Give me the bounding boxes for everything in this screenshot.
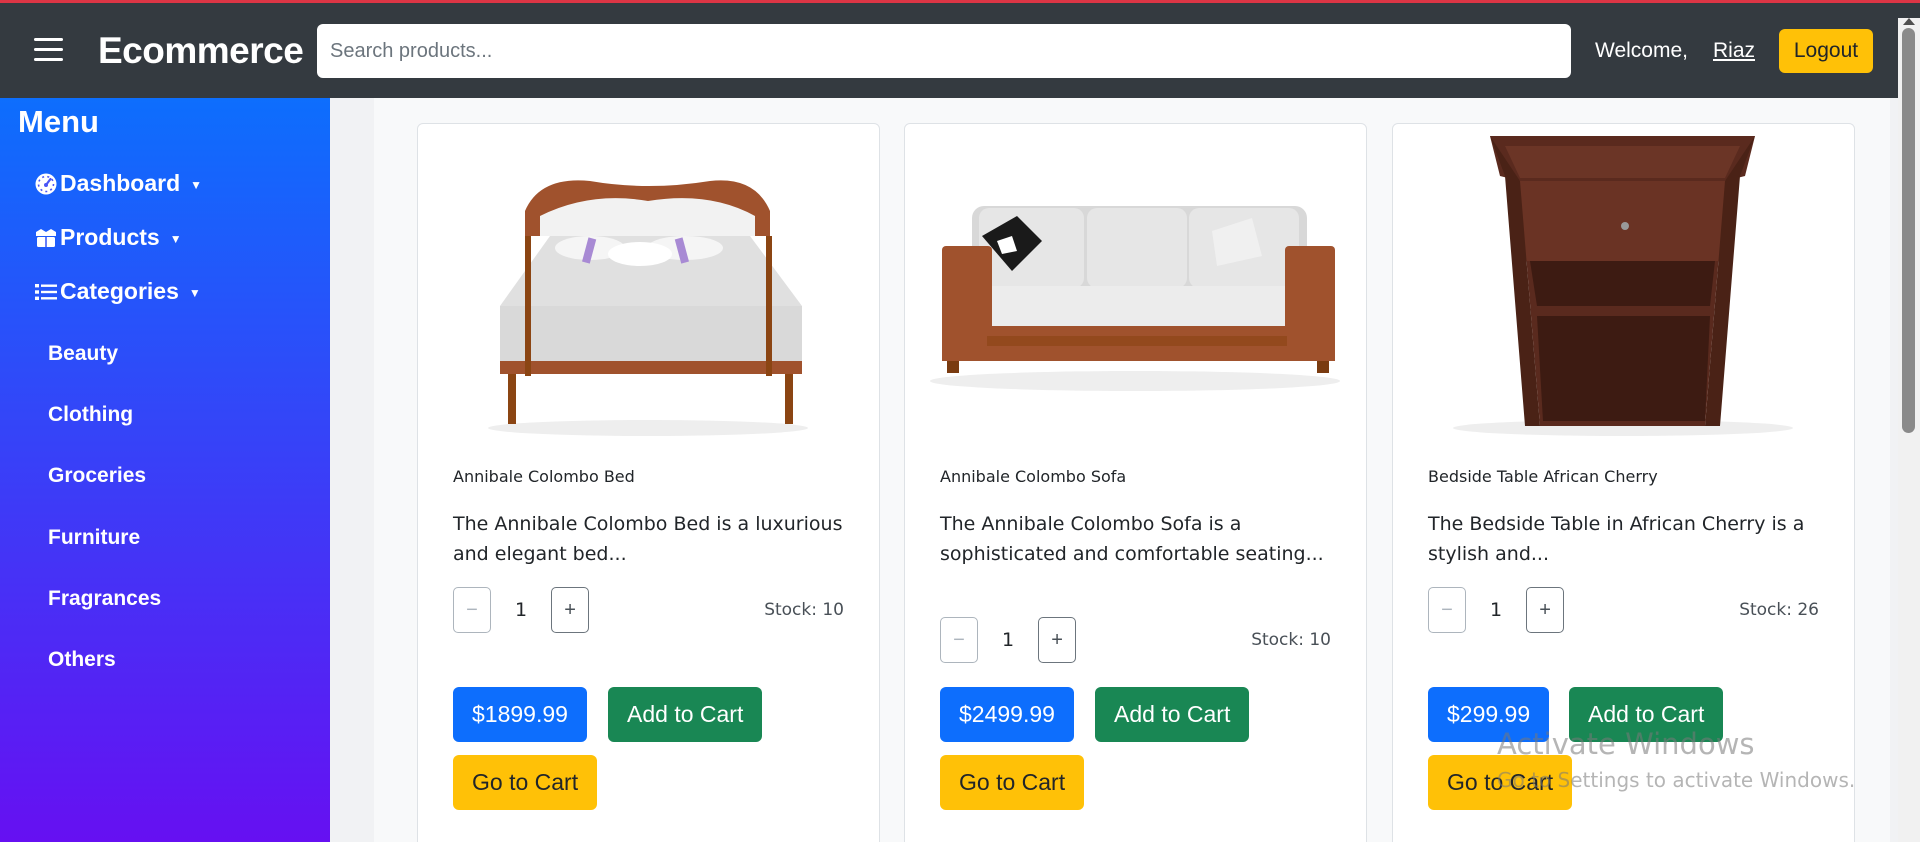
sidebar-item-dashboard[interactable]: Dashboard ▼ <box>34 170 202 197</box>
sidebar-category-fragrances[interactable]: Fragrances <box>48 587 161 611</box>
sidebar-category-clothing[interactable]: Clothing <box>48 403 133 427</box>
go-to-cart-button[interactable]: Go to Cart <box>453 755 598 810</box>
quantity-value: 1 <box>1002 629 1015 651</box>
navbar: Ecommerce Welcome, Riaz Logout <box>0 3 1920 98</box>
quantity-stepper: − 1 + <box>1428 587 1565 633</box>
menu-title: Menu <box>18 104 99 139</box>
activate-windows-subtitle: Go to Settings to activate Windows. <box>1497 768 1856 792</box>
product-description: The Bedside Table in African Cherry is a… <box>1428 513 1805 565</box>
logout-button[interactable]: Logout <box>1779 29 1873 73</box>
increase-quantity-button[interactable]: + <box>1526 587 1565 633</box>
boxes-icon <box>36 228 56 247</box>
caret-down-icon: ▼ <box>169 231 182 246</box>
dashboard-gauge-icon <box>35 173 57 194</box>
add-to-cart-button[interactable]: Add to Cart <box>1095 687 1250 742</box>
sidebar-item-label: Products <box>60 224 160 250</box>
caret-down-icon: ▼ <box>190 177 203 192</box>
product-description: The Annibale Colombo Sofa is a sophistic… <box>940 513 1324 565</box>
sidebar-category-furniture[interactable]: Furniture <box>48 526 140 550</box>
stock-label: Stock: 26 <box>1739 600 1819 620</box>
decrease-quantity-button[interactable]: − <box>453 587 491 633</box>
add-to-cart-button[interactable]: Add to Cart <box>608 687 763 742</box>
quantity-stepper: − 1 + <box>940 617 1077 663</box>
price-button[interactable]: $1899.99 <box>453 687 587 742</box>
decrease-quantity-button[interactable]: − <box>940 617 978 663</box>
sidebar-item-label: Dashboard <box>60 170 181 196</box>
product-title: Annibale Colombo Bed <box>453 467 635 486</box>
username-link[interactable]: Riaz <box>1713 39 1755 63</box>
quantity-stepper: − 1 + <box>453 587 590 633</box>
increase-quantity-button[interactable]: + <box>551 587 590 633</box>
product-title: Annibale Colombo Sofa <box>940 467 1127 486</box>
product-title: Bedside Table African Cherry <box>1428 467 1658 486</box>
sofa-image <box>917 136 1354 436</box>
sidebar-item-categories[interactable]: Categories ▼ <box>34 278 201 305</box>
sidebar-category-beauty[interactable]: Beauty <box>48 342 118 366</box>
go-to-cart-button[interactable]: Go to Cart <box>940 755 1085 810</box>
hamburger-menu-icon[interactable] <box>34 38 63 62</box>
price-button[interactable]: $2499.99 <box>940 687 1074 742</box>
sidebar-category-others[interactable]: Others <box>48 648 116 672</box>
increase-quantity-button[interactable]: + <box>1038 617 1077 663</box>
sidebar-item-products[interactable]: Products ▼ <box>34 224 182 251</box>
search-input[interactable] <box>317 24 1571 78</box>
scrollbar-thumb[interactable] <box>1902 28 1915 433</box>
brand-title[interactable]: Ecommerce <box>98 30 304 72</box>
sidebar-category-groceries[interactable]: Groceries <box>48 464 146 488</box>
quantity-value: 1 <box>1490 599 1503 621</box>
scroll-up-arrow-icon[interactable] <box>1903 18 1915 25</box>
page-scrollbar[interactable] <box>1898 18 1920 842</box>
bedside-table-image <box>1405 136 1842 436</box>
product-description: The Annibale Colombo Bed is a luxurious … <box>453 513 843 565</box>
stock-label: Stock: 10 <box>764 600 844 620</box>
caret-down-icon: ▼ <box>188 285 201 300</box>
stock-label: Stock: 10 <box>1251 630 1331 650</box>
welcome-text: Welcome, <box>1595 39 1688 62</box>
activate-windows-title: Activate Windows <box>1497 727 1755 761</box>
bed-image <box>430 136 867 436</box>
list-icon <box>35 283 57 300</box>
decrease-quantity-button[interactable]: − <box>1428 587 1466 633</box>
product-card: Annibale Colombo Sofa The Annibale Colom… <box>904 123 1367 842</box>
sidebar: Menu Dashboard ▼ Products ▼ Categories ▼… <box>0 98 330 842</box>
sidebar-item-label: Categories <box>60 278 179 304</box>
product-card: Annibale Colombo Bed The Annibale Colomb… <box>417 123 880 842</box>
quantity-value: 1 <box>515 599 528 621</box>
